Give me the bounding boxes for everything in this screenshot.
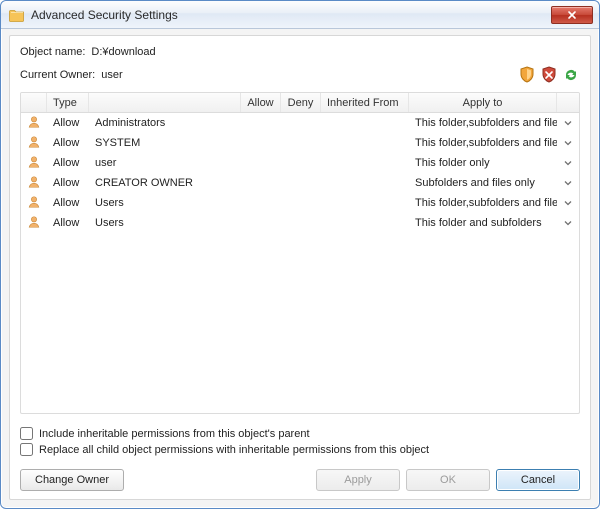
include-inheritable-label: Include inheritable permissions from thi… xyxy=(39,428,310,440)
options-group: Include inheritable permissions from thi… xyxy=(20,424,580,459)
object-name-value: D:¥download xyxy=(91,46,155,58)
cell-type: Allow xyxy=(47,177,89,189)
replace-child-label: Replace all child object permissions wit… xyxy=(39,444,429,456)
permissions-table: Type Allow Deny Inherited From Apply to … xyxy=(20,92,580,414)
dialog-window: Advanced Security Settings Object name: … xyxy=(0,0,600,509)
user-icon xyxy=(21,115,47,131)
object-name-row: Object name: D:¥download xyxy=(20,46,580,58)
cell-type: Allow xyxy=(47,137,89,149)
button-bar: Change Owner Apply OK Cancel xyxy=(20,469,580,491)
row-menu-button[interactable] xyxy=(557,218,579,228)
table-header: Type Allow Deny Inherited From Apply to xyxy=(21,93,579,113)
close-button[interactable] xyxy=(551,6,593,24)
row-menu-button[interactable] xyxy=(557,198,579,208)
row-menu-button[interactable] xyxy=(557,118,579,128)
object-name-label: Object name: xyxy=(20,46,85,58)
th-type[interactable]: Type xyxy=(47,93,89,112)
chevron-down-icon xyxy=(563,178,573,188)
table-row[interactable]: AllowCREATOR OWNER Subfolders and files o… xyxy=(21,173,579,193)
table-row[interactable]: Allowuser This folder only xyxy=(21,153,579,173)
table-row[interactable]: AllowUsers This folder,subfolders and fil… xyxy=(21,193,579,213)
th-inherited[interactable]: Inherited From xyxy=(321,93,409,112)
content-pane: Object name: D:¥download Current Owner: … xyxy=(9,35,591,500)
user-icon xyxy=(21,195,47,211)
apply-button[interactable]: Apply xyxy=(316,469,400,491)
cell-apply: This folder only xyxy=(409,157,557,169)
user-icon xyxy=(21,135,47,151)
cell-apply: This folder,subfolders and files xyxy=(409,117,557,129)
chevron-down-icon xyxy=(563,158,573,168)
close-icon xyxy=(567,10,577,20)
refresh-icon[interactable] xyxy=(562,66,580,84)
titlebar[interactable]: Advanced Security Settings xyxy=(1,1,599,29)
ok-button[interactable]: OK xyxy=(406,469,490,491)
row-menu-button[interactable] xyxy=(557,138,579,148)
th-name[interactable] xyxy=(89,93,241,112)
cell-name: user xyxy=(89,157,241,169)
chevron-down-icon xyxy=(563,198,573,208)
shield-orange-icon[interactable] xyxy=(518,66,536,84)
row-menu-button[interactable] xyxy=(557,178,579,188)
th-menu xyxy=(557,93,579,112)
table-row[interactable]: AllowUsers This folder and subfolders xyxy=(21,213,579,233)
cell-type: Allow xyxy=(47,157,89,169)
owner-row: Current Owner: user xyxy=(20,66,580,84)
row-menu-button[interactable] xyxy=(557,158,579,168)
cell-name: Administrators xyxy=(89,117,241,129)
th-deny[interactable]: Deny xyxy=(281,93,321,112)
cell-type: Allow xyxy=(47,197,89,209)
cell-apply: This folder,subfolders and files xyxy=(409,137,557,149)
user-icon xyxy=(21,215,47,231)
chevron-down-icon xyxy=(563,218,573,228)
cell-name: Users xyxy=(89,197,241,209)
change-owner-button[interactable]: Change Owner xyxy=(20,469,124,491)
table-body: AllowAdministratorsThis folder,subfolder… xyxy=(21,113,579,413)
cell-apply: This folder,subfolders and files xyxy=(409,197,557,209)
th-apply[interactable]: Apply to xyxy=(409,93,557,112)
th-icon[interactable] xyxy=(21,93,47,112)
replace-child-row[interactable]: Replace all child object permissions wit… xyxy=(20,443,580,456)
cell-apply: Subfolders and files only xyxy=(409,177,557,189)
window-title: Advanced Security Settings xyxy=(31,8,551,22)
folder-icon xyxy=(9,7,25,23)
cell-name: SYSTEM xyxy=(89,137,241,149)
include-inheritable-row[interactable]: Include inheritable permissions from thi… xyxy=(20,427,580,440)
table-row[interactable]: AllowAdministrators This folder,subfolder… xyxy=(21,113,579,133)
th-allow[interactable]: Allow xyxy=(241,93,281,112)
include-inheritable-checkbox[interactable] xyxy=(20,427,33,440)
cell-name: Users xyxy=(89,217,241,229)
user-icon xyxy=(21,155,47,171)
cell-type: Allow xyxy=(47,217,89,229)
chevron-down-icon xyxy=(563,118,573,128)
replace-child-checkbox[interactable] xyxy=(20,443,33,456)
cell-apply: This folder and subfolders xyxy=(409,217,557,229)
cell-name: CREATOR OWNER xyxy=(89,177,241,189)
shield-red-icon[interactable] xyxy=(540,66,558,84)
cell-type: Allow xyxy=(47,117,89,129)
cancel-button[interactable]: Cancel xyxy=(496,469,580,491)
chevron-down-icon xyxy=(563,138,573,148)
table-row[interactable]: AllowSYSTEM This folder,subfolders and fi… xyxy=(21,133,579,153)
owner-label: Current Owner: xyxy=(20,69,95,81)
user-icon xyxy=(21,175,47,191)
owner-value: user xyxy=(101,69,122,81)
